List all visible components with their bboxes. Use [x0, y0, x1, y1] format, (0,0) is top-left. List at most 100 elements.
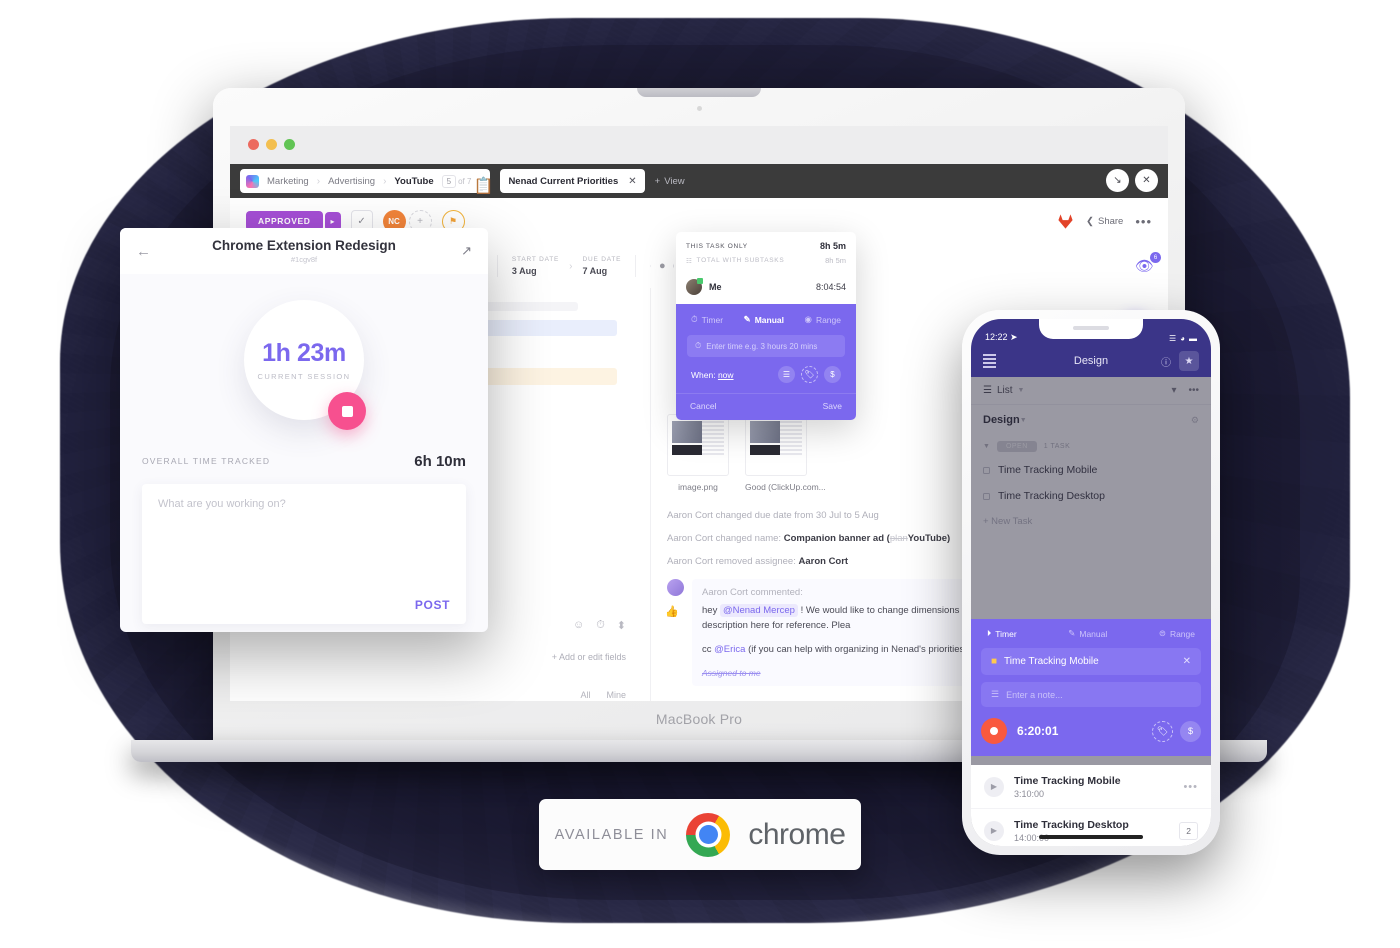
post-button[interactable]: POST — [415, 598, 450, 612]
range-icon: ◉ — [804, 314, 812, 324]
add-edit-fields-button[interactable]: + Add or edit fields — [552, 652, 626, 662]
clear-task-icon[interactable]: ✕ — [1183, 656, 1191, 667]
thumbs-up-icon[interactable]: 👍 — [665, 605, 679, 618]
this-task-label: THIS TASK ONLY — [686, 242, 748, 250]
gear-icon[interactable]: ⚙ — [1191, 415, 1199, 426]
time-totals: THIS TASK ONLY 8h 5m ☷ TOTAL WITH SUBTAS… — [676, 232, 856, 272]
speaker-icon — [1073, 326, 1109, 330]
tab-range[interactable]: ◉ Range — [805, 314, 841, 325]
list-item[interactable]: Time Tracking Desktop — [971, 483, 1211, 509]
list-item[interactable]: Time Tracking Mobile — [971, 457, 1211, 483]
avatar[interactable] — [667, 579, 684, 596]
activity-prefix: Aaron Cort changed name: — [667, 533, 782, 544]
selected-task-chip[interactable]: ■ Time Tracking Mobile ✕ — [981, 648, 1201, 675]
filter-icon[interactable]: ▾ — [1171, 385, 1176, 396]
tab-manual-label: Manual — [1079, 628, 1108, 639]
save-button[interactable]: Save — [823, 401, 842, 411]
attachment-item[interactable]: Good (ClickUp.com... — [745, 414, 826, 492]
billable-icon[interactable]: $ — [824, 366, 841, 383]
add-view-button[interactable]: + View — [655, 176, 685, 187]
start-date-meta[interactable]: START DATE 3 Aug — [512, 256, 559, 276]
history-icon[interactable]: ⏱ — [596, 619, 605, 632]
tab-timer[interactable]: ⏱ Timer — [691, 314, 723, 325]
stop-timer-button[interactable] — [328, 392, 366, 430]
comment-author[interactable]: Aaron Cort — [702, 587, 748, 598]
comment-line1-pre: hey — [702, 605, 718, 616]
tab-timer[interactable]: ⏵ Timer — [987, 628, 1017, 639]
breadcrumb-item-youtube[interactable]: YouTube — [388, 176, 439, 187]
mention-erica[interactable]: @Erica — [714, 644, 745, 655]
close-window-icon[interactable] — [248, 139, 259, 150]
minimize-task-icon[interactable]: ↘ — [1106, 169, 1129, 192]
manual-time-input[interactable]: ⏱ Enter time e.g. 3 hours 20 mins — [687, 335, 845, 357]
phone-status-group: ▼ OPEN 1 TASK — [971, 435, 1211, 457]
phone-toolbar-actions: ▾ ••• — [1171, 385, 1199, 396]
play-icon[interactable]: ▶ — [984, 776, 1004, 797]
overall-time-value: 6h 10m — [414, 452, 466, 470]
dependency-icon[interactable]: ● — [650, 255, 675, 277]
tab-manual[interactable]: ✎ Manual — [1068, 628, 1107, 639]
mention-nenad[interactable]: @Nenad Mercep — [719, 604, 798, 617]
due-date-meta[interactable]: DUE DATE 7 Aug — [583, 256, 622, 276]
time-entry-user-row[interactable]: Me 8:04:54 — [676, 272, 856, 304]
expand-icon[interactable]: ⬍ — [617, 619, 626, 632]
info-icon[interactable]: ⓘ — [1161, 354, 1171, 369]
star-icon[interactable]: ★ — [1179, 351, 1199, 371]
chevron-down-icon[interactable]: ▼ — [983, 443, 990, 450]
menu-icon[interactable] — [983, 354, 996, 368]
play-icon[interactable]: ▶ — [984, 820, 1004, 841]
tab-manual[interactable]: ✎ Manual — [744, 314, 784, 325]
breadcrumb-item-advertising[interactable]: Advertising — [322, 176, 381, 187]
note-icon[interactable]: ☰ — [778, 366, 795, 383]
minimize-window-icon[interactable] — [266, 139, 277, 150]
filter-all[interactable]: All — [580, 690, 590, 700]
checkbox-icon[interactable] — [983, 466, 990, 474]
close-task-icon[interactable]: ✕ — [1135, 169, 1158, 192]
activity-filter: All Mine — [580, 690, 626, 700]
list-item[interactable]: ▶ Time Tracking Desktop 14:00:00 2 — [971, 809, 1211, 846]
available-in-chrome-badge[interactable]: AVAILABLE IN chrome — [539, 799, 861, 870]
billable-icon[interactable]: $ — [1180, 720, 1201, 742]
avatar — [686, 278, 703, 295]
view-switcher[interactable]: ☰ List ▼ — [983, 385, 1024, 396]
emoji-icon[interactable]: ☺ — [573, 619, 584, 632]
gitlab-icon[interactable] — [1057, 213, 1074, 230]
tag-icon[interactable]: 🏷 — [801, 366, 818, 383]
entry-more-icon[interactable]: ••• — [1183, 781, 1198, 793]
share-button[interactable]: ❮ Share — [1086, 216, 1123, 227]
tracker-note-input[interactable]: ☰ Enter a note... — [981, 682, 1201, 707]
attachment-item[interactable]: image.png — [667, 414, 729, 492]
watchers-button[interactable]: 👁 6 — [1135, 252, 1161, 275]
tab-range[interactable]: ⊜ Range — [1159, 628, 1195, 639]
copy-link-icon[interactable]: 📋 — [473, 176, 493, 195]
new-task-button[interactable]: + New Task — [971, 509, 1211, 533]
tracker-mode-tabs: ⏵ Timer ✎ Manual ⊜ Range — [981, 628, 1201, 648]
open-external-icon[interactable]: ↗ — [461, 243, 472, 259]
filter-mine[interactable]: Mine — [606, 690, 626, 700]
cancel-button[interactable]: Cancel — [690, 401, 716, 411]
phone-section-header[interactable]: Design ▼ ⚙ — [971, 405, 1211, 435]
divider — [496, 255, 498, 277]
when-value[interactable]: now — [718, 370, 734, 380]
close-icon[interactable]: ✕ — [628, 176, 636, 187]
chrome-logo-icon — [686, 812, 731, 857]
when-row: When: now ☰ 🏷 $ — [687, 357, 845, 393]
date-range: START DATE 3 Aug › DUE DATE 7 Aug — [512, 256, 621, 276]
breadcrumb[interactable]: Marketing › Advertising › YouTube 5 of 7… — [240, 169, 493, 195]
entry-count-badge[interactable]: 2 — [1179, 821, 1198, 840]
battery-icon: ▬ — [1189, 334, 1197, 343]
more-options-icon[interactable]: ••• — [1135, 214, 1152, 229]
list-item[interactable]: ▶ Time Tracking Mobile 3:10:00 ••• — [971, 765, 1211, 809]
maximize-window-icon[interactable] — [284, 139, 295, 150]
note-composer[interactable]: What are you working on? POST — [142, 484, 466, 624]
checkbox-icon[interactable] — [983, 492, 990, 500]
more-icon[interactable]: ••• — [1188, 385, 1199, 396]
phone-nav-bar: Design ⓘ ★ — [971, 345, 1211, 377]
tab-nenad-current-priorities[interactable]: Nenad Current Priorities ✕ — [500, 169, 645, 193]
tag-icon[interactable]: 🏷 — [1152, 720, 1173, 742]
window-controls[interactable] — [248, 139, 295, 150]
divider — [635, 255, 637, 277]
stop-timer-button[interactable] — [981, 718, 1007, 744]
breadcrumb-item-marketing[interactable]: Marketing — [261, 176, 315, 187]
subtasks-icon: ☷ — [686, 257, 693, 265]
